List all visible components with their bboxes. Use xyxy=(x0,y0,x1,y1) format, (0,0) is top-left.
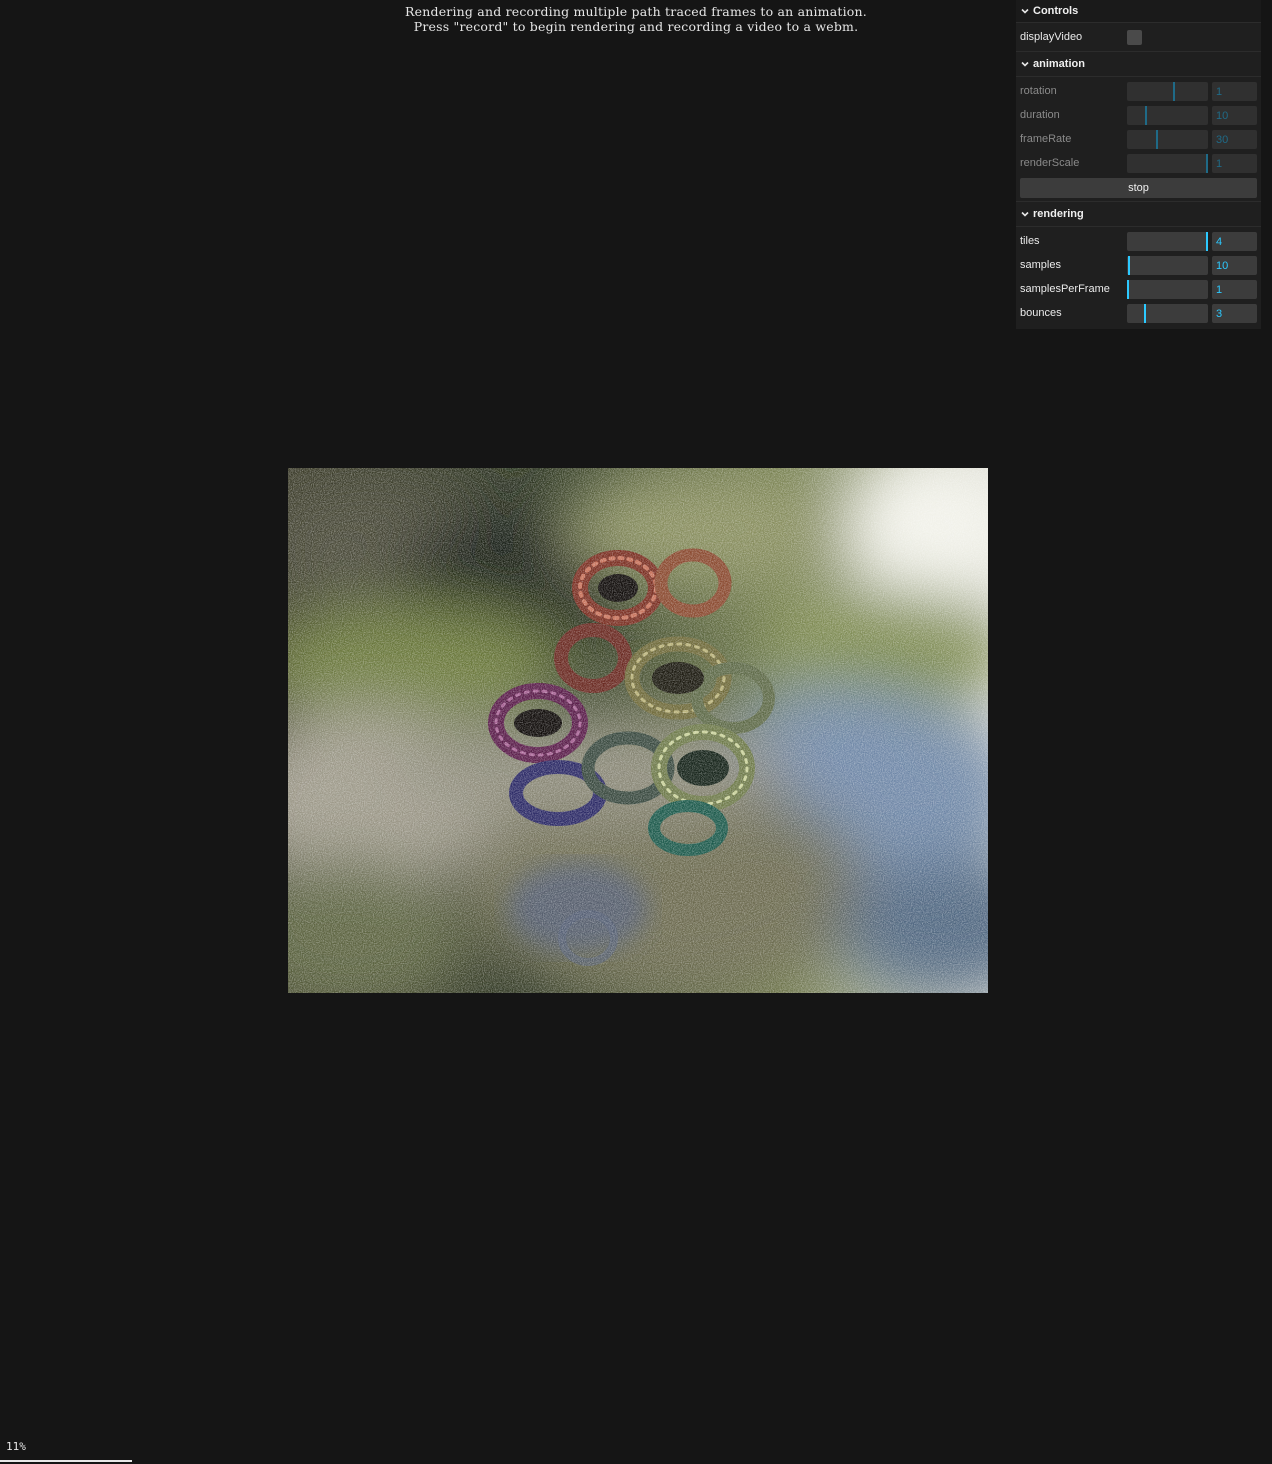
stop-row: stop xyxy=(1016,175,1261,201)
bounces-input[interactable]: 3 xyxy=(1212,303,1257,323)
renderscale-row: renderScale 1 xyxy=(1016,151,1261,175)
controls-title: Controls xyxy=(1033,5,1079,17)
framerate-label: frameRate xyxy=(1020,133,1072,145)
duration-label: duration xyxy=(1020,109,1060,121)
chevron-down-icon xyxy=(1020,6,1030,16)
samples-label: samples xyxy=(1020,259,1061,271)
controls-panel: Controls displayVideo animation rotation… xyxy=(1016,0,1261,329)
display-video-label: displayVideo xyxy=(1020,31,1083,43)
chevron-down-icon xyxy=(1020,209,1030,219)
chevron-down-icon xyxy=(1020,59,1030,69)
display-video-checkbox[interactable] xyxy=(1127,29,1142,45)
progress-percent: 11% xyxy=(6,1440,26,1453)
slider-thumb xyxy=(1126,279,1129,299)
renderscale-slider[interactable] xyxy=(1127,153,1209,173)
animation-title: animation xyxy=(1033,58,1085,70)
samples-input[interactable]: 10 xyxy=(1212,255,1257,275)
bounces-row: bounces 3 xyxy=(1016,301,1261,325)
render-canvas[interactable] xyxy=(288,468,988,993)
stop-button[interactable]: stop xyxy=(1020,178,1257,198)
rotation-input[interactable]: 1 xyxy=(1212,81,1257,101)
slider-thumb xyxy=(1143,303,1146,323)
path-traced-render xyxy=(288,468,988,993)
bounces-slider[interactable] xyxy=(1127,303,1208,323)
bounces-label: bounces xyxy=(1020,307,1062,319)
slider-thumb xyxy=(1155,129,1158,149)
rotation-label: rotation xyxy=(1020,85,1057,97)
animation-folder-title[interactable]: animation xyxy=(1016,51,1261,77)
renderscale-input[interactable]: 1 xyxy=(1212,153,1257,173)
rotation-row: rotation 1 xyxy=(1016,79,1261,103)
rotation-slider[interactable] xyxy=(1127,81,1208,101)
framerate-input[interactable]: 30 xyxy=(1212,129,1257,149)
slider-thumb xyxy=(1206,231,1209,251)
duration-slider[interactable] xyxy=(1127,105,1208,125)
samples-per-frame-row: samplesPerFrame 1 xyxy=(1016,277,1261,301)
controls-folder-title[interactable]: Controls xyxy=(1016,0,1261,23)
framerate-slider[interactable] xyxy=(1127,129,1208,149)
display-video-row: displayVideo xyxy=(1016,23,1261,51)
samples-row: samples 10 xyxy=(1016,253,1261,277)
tiles-input[interactable]: 4 xyxy=(1212,231,1257,251)
tiles-label: tiles xyxy=(1020,235,1040,247)
duration-input[interactable]: 10 xyxy=(1212,105,1257,125)
progress-bar xyxy=(0,1460,132,1462)
samples-per-frame-input[interactable]: 1 xyxy=(1212,279,1257,299)
slider-thumb xyxy=(1127,255,1130,275)
tiles-row: tiles 4 xyxy=(1016,229,1261,253)
tiles-slider[interactable] xyxy=(1127,231,1209,251)
slider-thumb xyxy=(1206,153,1209,173)
samples-slider[interactable] xyxy=(1127,255,1208,275)
samples-per-frame-label: samplesPerFrame xyxy=(1020,283,1110,295)
slider-thumb xyxy=(1172,81,1175,101)
slider-thumb xyxy=(1144,105,1147,125)
samples-per-frame-slider[interactable] xyxy=(1126,279,1208,299)
rendering-title: rendering xyxy=(1033,208,1084,220)
framerate-row: frameRate 30 xyxy=(1016,127,1261,151)
rendering-folder-title[interactable]: rendering xyxy=(1016,201,1261,227)
duration-row: duration 10 xyxy=(1016,103,1261,127)
renderscale-label: renderScale xyxy=(1020,157,1080,169)
